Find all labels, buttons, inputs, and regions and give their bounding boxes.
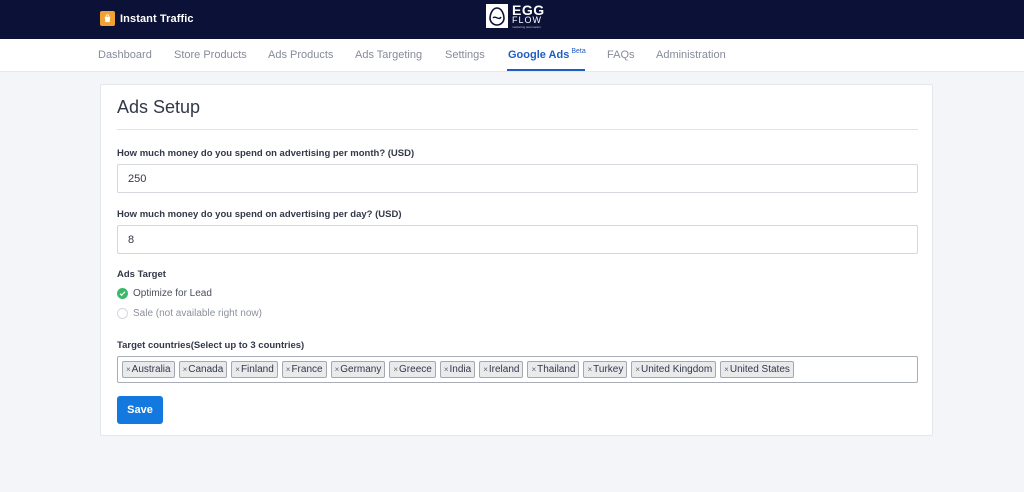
tab-faqs[interactable]: FAQs: [607, 49, 635, 61]
shopping-bag-icon: [100, 11, 115, 26]
beta-badge: Beta: [571, 48, 586, 55]
brand[interactable]: Instant Traffic: [100, 11, 194, 26]
country-tag[interactable]: × Finland: [231, 361, 278, 378]
remove-tag-icon[interactable]: ×: [183, 365, 188, 374]
eggflow-logo: EGG FLOW marketing automation: [486, 3, 545, 29]
check-circle-icon: [117, 288, 128, 299]
country-tag-label: Australia: [131, 364, 171, 375]
country-tag[interactable]: × Australia: [122, 361, 175, 378]
tab-ads-targeting[interactable]: Ads Targeting: [355, 49, 422, 61]
remove-tag-icon[interactable]: ×: [635, 365, 640, 374]
logo-tagline: marketing automation: [512, 25, 541, 29]
radio-optimize-for-lead[interactable]: Optimize for Lead: [117, 288, 212, 299]
country-multiselect[interactable]: × Australia × Canada × Finland × France × Ger…: [117, 356, 918, 383]
country-tag-label: Turkey: [593, 364, 624, 375]
country-tag[interactable]: × Ireland: [479, 361, 524, 378]
empty-circle-icon: [117, 308, 128, 319]
country-tag-label: Ireland: [488, 364, 520, 375]
remove-tag-icon[interactable]: ×: [724, 365, 729, 374]
country-tag-label: France: [291, 364, 323, 375]
remove-tag-icon[interactable]: ×: [235, 365, 240, 374]
tab-dashboard[interactable]: Dashboard: [98, 49, 152, 61]
monthly-spend-label: How much money do you spend on advertisi…: [117, 148, 415, 159]
brand-name: Instant Traffic: [120, 12, 194, 25]
tab-store-products[interactable]: Store Products: [174, 49, 247, 61]
title-divider: [117, 129, 918, 130]
country-tag[interactable]: × France: [281, 361, 327, 378]
radio-label: Optimize for Lead: [133, 288, 212, 299]
radio-label: Sale (not available right now): [133, 308, 262, 319]
active-tab-indicator: [507, 69, 585, 71]
country-tag-label: United States: [729, 364, 790, 375]
tab-ads-products[interactable]: Ads Products: [268, 49, 333, 61]
target-countries-label: Target countries(Select up to 3 countrie…: [117, 340, 305, 351]
remove-tag-icon[interactable]: ×: [483, 365, 488, 374]
remove-tag-icon[interactable]: ×: [393, 365, 398, 374]
country-tag-label: Canada: [188, 364, 224, 375]
country-tag[interactable]: × India: [439, 361, 476, 378]
ads-setup-card: Ads Setup How much money do you spend on…: [100, 84, 933, 436]
country-tag[interactable]: × United Kingdom: [631, 361, 717, 378]
country-tag[interactable]: × United States: [720, 361, 794, 378]
country-tag-label: Germany: [340, 364, 382, 375]
country-tag[interactable]: × Thailand: [527, 361, 580, 378]
country-tag-label: Thailand: [537, 364, 576, 375]
tab-settings[interactable]: Settings: [445, 49, 485, 61]
country-tag[interactable]: × Greece: [389, 361, 436, 378]
remove-tag-icon[interactable]: ×: [335, 365, 340, 374]
egg-logo-icon: [486, 4, 508, 28]
page-title: Ads Setup: [117, 97, 201, 117]
tab-google-ads[interactable]: Google Ads Beta: [508, 48, 586, 61]
monthly-spend-input[interactable]: [117, 164, 918, 193]
remove-tag-icon[interactable]: ×: [444, 365, 449, 374]
tab-google-ads-label: Google Ads: [508, 49, 570, 61]
main-nav: Dashboard Store Products Ads Products Ad…: [0, 39, 1024, 72]
remove-tag-icon[interactable]: ×: [286, 365, 291, 374]
country-tag[interactable]: × Canada: [178, 361, 228, 378]
remove-tag-icon[interactable]: ×: [587, 365, 592, 374]
remove-tag-icon[interactable]: ×: [531, 365, 536, 374]
country-tag-label: United Kingdom: [641, 364, 713, 375]
ads-target-label: Ads Target: [117, 269, 166, 280]
country-tag[interactable]: × Turkey: [583, 361, 628, 378]
remove-tag-icon[interactable]: ×: [126, 365, 131, 374]
country-tag[interactable]: × Germany: [330, 361, 386, 378]
country-tag-label: Finland: [240, 364, 274, 375]
daily-spend-input[interactable]: [117, 225, 918, 254]
tab-administration[interactable]: Administration: [656, 49, 726, 61]
daily-spend-label: How much money do you spend on advertisi…: [117, 209, 402, 220]
radio-sale[interactable]: Sale (not available right now): [117, 308, 262, 319]
logo-word-flow: FLOW: [512, 15, 542, 25]
country-tag-label: Greece: [399, 364, 432, 375]
country-tag-label: India: [449, 364, 472, 375]
save-button[interactable]: Save: [117, 396, 163, 424]
logo-text: EGG FLOW marketing automation: [512, 3, 545, 29]
top-bar: Instant Traffic EGG FLOW marketing autom…: [0, 0, 1024, 39]
